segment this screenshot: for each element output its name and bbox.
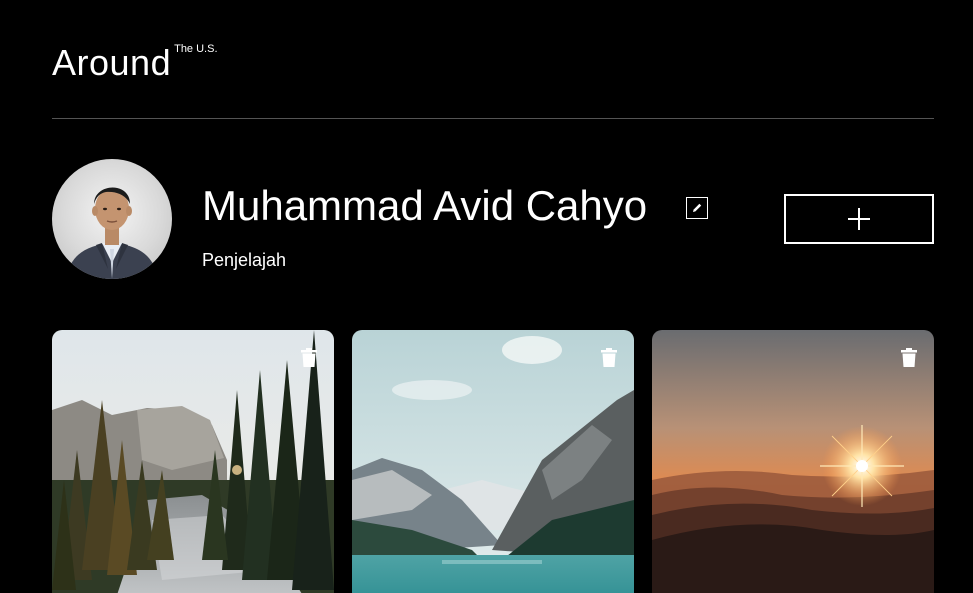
header-logo: Around The U.S. <box>52 40 218 86</box>
trash-icon <box>301 348 317 367</box>
avatar[interactable] <box>52 159 172 279</box>
delete-card-button[interactable] <box>600 348 618 368</box>
plus-icon <box>848 208 870 230</box>
logo-superscript: The U.S. <box>174 43 218 55</box>
profile-name: Muhammad Avid Cahyo <box>202 182 648 229</box>
header-divider <box>52 118 934 119</box>
logo-text: Around <box>52 42 172 83</box>
page: Around The U.S. Muhammad Avid Cahyo Penj… <box>0 0 973 593</box>
place-card-sunset[interactable] <box>652 330 934 593</box>
delete-card-button[interactable] <box>900 348 918 368</box>
forest-river-image <box>52 330 334 593</box>
edit-profile-button[interactable] <box>686 197 708 219</box>
trash-icon <box>901 348 917 367</box>
place-card-forest[interactable] <box>52 330 334 593</box>
person-avatar-icon <box>66 187 158 279</box>
profile-role: Penjelajah <box>202 250 287 270</box>
mountain-lake-image <box>352 330 634 593</box>
place-card-lake[interactable] <box>352 330 634 593</box>
trash-icon <box>601 348 617 367</box>
pencil-icon <box>693 203 702 212</box>
add-card-button[interactable] <box>784 194 934 244</box>
sunset-hills-image <box>652 330 934 593</box>
delete-card-button[interactable] <box>300 348 318 368</box>
